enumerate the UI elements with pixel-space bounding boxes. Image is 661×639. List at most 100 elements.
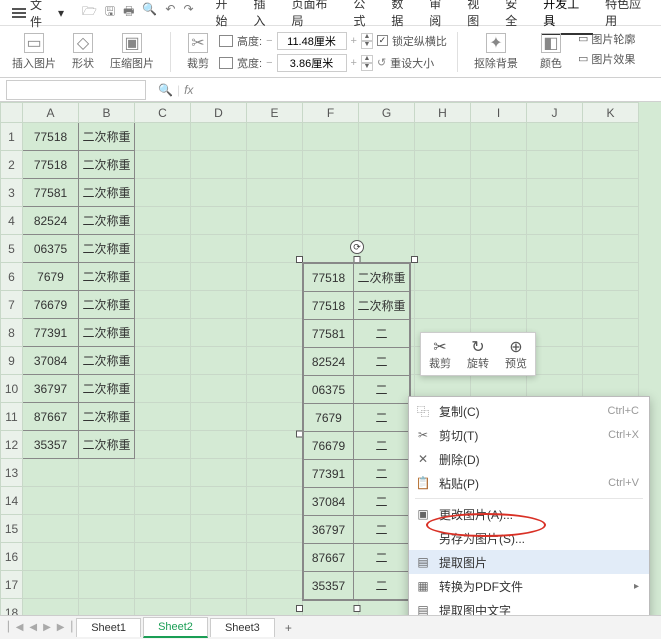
name-box[interactable] [6,80,146,100]
col-hdr-J[interactable]: J [527,103,583,123]
cell-B7[interactable]: 二次称重 [79,291,135,319]
cell-F3[interactable] [303,179,359,207]
cell-A3[interactable]: 77581 [23,179,79,207]
col-hdr-A[interactable]: A [23,103,79,123]
cell-B12[interactable]: 二次称重 [79,431,135,459]
cell-D5[interactable] [191,235,247,263]
cell-K8[interactable] [583,319,639,347]
cell-G1[interactable] [359,123,415,151]
cell-K3[interactable] [583,179,639,207]
cell-C5[interactable] [135,235,191,263]
cell-E8[interactable] [247,319,303,347]
cell-D4[interactable] [191,207,247,235]
sheet-area[interactable]: ABCDEFGHIJK177518二次称重277518二次称重377581二次称… [0,102,661,615]
insert-pic-button[interactable]: ▭插入图片 [6,31,62,73]
cell-D8[interactable] [191,319,247,347]
cell-F4[interactable] [303,207,359,235]
cell-B1[interactable]: 二次称重 [79,123,135,151]
cell-D9[interactable] [191,347,247,375]
cell-J5[interactable] [527,235,583,263]
tab-data[interactable]: 数据 [389,0,417,35]
row-hdr-2[interactable]: 2 [1,151,23,179]
cell-C14[interactable] [135,487,191,515]
cell-I2[interactable] [471,151,527,179]
height-up[interactable]: ▲ [361,33,373,41]
cell-D2[interactable] [191,151,247,179]
cell-A9[interactable]: 37084 [23,347,79,375]
ctx-convert-pdf[interactable]: ▦转换为PDF文件▸ [409,574,649,598]
col-hdr-H[interactable]: H [415,103,471,123]
cell-A4[interactable]: 82524 [23,207,79,235]
cell-C11[interactable] [135,403,191,431]
row-hdr-6[interactable]: 6 [1,263,23,291]
cell-E12[interactable] [247,431,303,459]
cell-A17[interactable] [23,571,79,599]
cell-A2[interactable]: 77518 [23,151,79,179]
cell-J3[interactable] [527,179,583,207]
floating-image[interactable]: 77518二次称重77518二次称重77581二82524二06375二7679… [302,262,411,601]
cell-H6[interactable] [415,263,471,291]
cell-D17[interactable] [191,571,247,599]
cell-D18[interactable] [191,599,247,616]
cell-D1[interactable] [191,123,247,151]
row-hdr-15[interactable]: 15 [1,515,23,543]
preview-icon[interactable]: 🔍 [142,2,157,23]
ctx-paste[interactable]: 📋粘贴(P)Ctrl+V [409,471,649,495]
save-icon[interactable]: 🖫 [105,2,115,23]
cell-E16[interactable] [247,543,303,571]
cell-A8[interactable]: 77391 [23,319,79,347]
ctx-extract-text[interactable]: ▤提取图中文字 [409,598,649,615]
cell-K1[interactable] [583,123,639,151]
cell-C1[interactable] [135,123,191,151]
cell-H5[interactable] [415,235,471,263]
cell-C15[interactable] [135,515,191,543]
col-hdr-I[interactable]: I [471,103,527,123]
tab-featured[interactable]: 特色应用 [603,0,655,35]
cell-C13[interactable] [135,459,191,487]
cell-E1[interactable] [247,123,303,151]
cell-F5[interactable] [303,235,359,263]
cell-A7[interactable]: 76679 [23,291,79,319]
cell-I5[interactable] [471,235,527,263]
cell-H1[interactable] [415,123,471,151]
cell-G3[interactable] [359,179,415,207]
pic-outline-button[interactable]: ▭图片轮廓 [578,31,635,47]
cell-E2[interactable] [247,151,303,179]
open-icon[interactable]: 🗁 [82,2,97,23]
cell-C8[interactable] [135,319,191,347]
cell-B11[interactable]: 二次称重 [79,403,135,431]
compress-pic-button[interactable]: ▣压缩图片 [104,31,160,73]
row-hdr-5[interactable]: 5 [1,235,23,263]
cell-C12[interactable] [135,431,191,459]
cell-B4[interactable]: 二次称重 [79,207,135,235]
cell-H7[interactable] [415,291,471,319]
cell-E6[interactable] [247,263,303,291]
tab-view[interactable]: 视图 [465,0,493,35]
tab-last[interactable]: ▶▕ [55,622,74,633]
cell-C6[interactable] [135,263,191,291]
cell-E4[interactable] [247,207,303,235]
select-all[interactable] [1,103,23,123]
cell-A16[interactable] [23,543,79,571]
cell-D13[interactable] [191,459,247,487]
cell-J1[interactable] [527,123,583,151]
ctx-change-pic[interactable]: ▣更改图片(A)... [409,502,649,526]
cell-D10[interactable] [191,375,247,403]
cell-D16[interactable] [191,543,247,571]
cell-B18[interactable] [79,599,135,616]
cell-C9[interactable] [135,347,191,375]
row-hdr-9[interactable]: 9 [1,347,23,375]
tab-insert[interactable]: 插入 [251,0,279,35]
cell-I7[interactable] [471,291,527,319]
search-icon[interactable]: 🔍 [158,83,173,97]
mini-preview-button[interactable]: ⊕预览 [497,333,535,375]
cell-F2[interactable] [303,151,359,179]
tab-review[interactable]: 审阅 [427,0,455,35]
ctx-delete[interactable]: ✕删除(D) [409,447,649,471]
cell-E13[interactable] [247,459,303,487]
width-input[interactable] [277,54,347,72]
tab-formula[interactable]: 公式 [351,0,379,35]
cell-K7[interactable] [583,291,639,319]
cell-B17[interactable] [79,571,135,599]
cell-K2[interactable] [583,151,639,179]
